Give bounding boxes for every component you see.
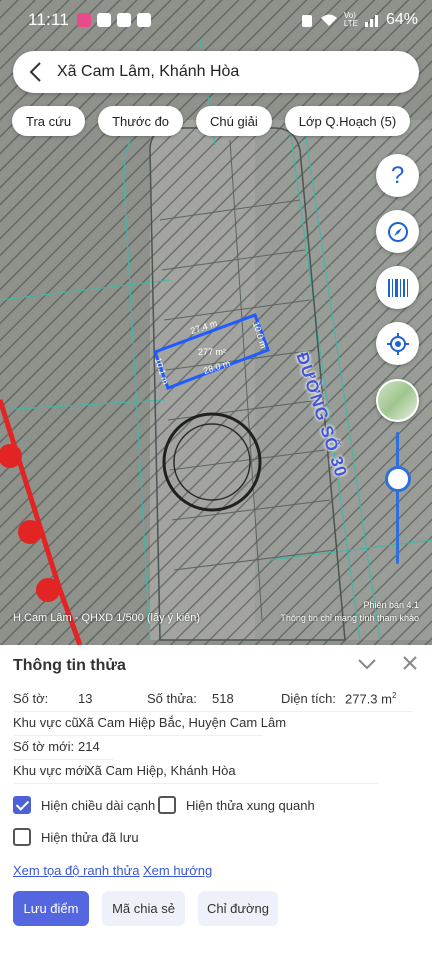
directions-button[interactable]: Chỉ đường: [198, 891, 278, 926]
base-layer-toggle[interactable]: [376, 379, 419, 422]
disclaimer-label: Thông tin chỉ mang tính tham khảo: [280, 613, 419, 623]
so-to-label: Số tờ:: [13, 691, 49, 706]
share-code-button[interactable]: Mã chia sẻ: [102, 891, 185, 926]
show-neighbor-parcels-checkbox[interactable]: Hiện thửa xung quanh: [158, 796, 315, 814]
zoom-slider-track[interactable]: [396, 432, 399, 564]
compass-button[interactable]: [376, 210, 419, 253]
help-button[interactable]: ?: [376, 154, 419, 197]
show-neighbor-parcels-label: Hiện thửa xung quanh: [186, 797, 315, 813]
status-right: Vo) LTE 64%: [300, 11, 418, 29]
checkbox-unchecked[interactable]: [158, 796, 176, 814]
show-saved-parcels-checkbox[interactable]: Hiện thửa đã lưu: [13, 828, 139, 846]
sheet-title: Thông tin thửa: [13, 657, 126, 674]
kv-moi-value: Xã Cam Hiệp, Khánh Hòa: [86, 763, 236, 778]
alarm-icon: [301, 15, 312, 27]
show-edge-length-checkbox[interactable]: Hiện chiều dài cạnh: [13, 796, 155, 814]
back-button[interactable]: [13, 51, 57, 93]
notification-icons: [77, 13, 152, 27]
chip-lookup[interactable]: Tra cứu: [12, 106, 86, 136]
chevron-down-icon: [358, 659, 376, 670]
checkbox-checked[interactable]: [13, 796, 31, 814]
crosshair-icon: [386, 332, 409, 355]
signal-icon: [364, 15, 378, 27]
collapse-button[interactable]: [358, 657, 376, 675]
zoom-slider-thumb[interactable]: [385, 466, 411, 492]
so-thua-value: 518: [212, 691, 234, 706]
so-thua-label: Số thửa:: [147, 691, 197, 706]
dien-tich-number: 277.3 m: [345, 691, 392, 707]
location-title: Xã Cam Lâm, Khánh Hòa: [57, 63, 240, 80]
so-to-value: 13: [78, 691, 93, 706]
volte-icon: Vo) LTE: [343, 11, 358, 28]
my-location-button[interactable]: [376, 322, 419, 365]
version-label: Phiên bản 4.1: [363, 600, 419, 610]
divider: [13, 759, 113, 760]
status-time: 11:11: [28, 10, 70, 29]
back-arrow-icon: [29, 62, 41, 82]
view-direction-link[interactable]: Xem hướng: [143, 863, 212, 878]
kv-cu-value: Xã Cam Hiệp Bắc, Huyện Cam Lâm: [78, 715, 287, 730]
location-search-bar[interactable]: Xã Cam Lâm, Khánh Hòa: [13, 51, 419, 93]
parcel-info-sheet: Thông tin thửa Số tờ: 13 Số thửa: 518 Di…: [0, 645, 432, 960]
view-boundary-coords-link[interactable]: Xem tọa độ ranh thửa: [13, 863, 140, 878]
shopping-bag-icon: [97, 13, 112, 27]
divider: [13, 711, 413, 712]
square-unit: 2: [391, 691, 397, 700]
so-to-moi-value: 214: [78, 739, 100, 754]
question-icon: ?: [390, 161, 405, 189]
tool-chips: Tra cứu Thước đo Chú giải Lớp Q.Hoạch (5…: [12, 106, 411, 136]
divider: [13, 783, 378, 784]
dien-tich-label: Diện tích:: [281, 691, 336, 706]
barcode-icon: [387, 278, 408, 297]
map-layer-caption: H.Cam Lâm - QHXD 1/500 (lấy ý kiến): [13, 612, 201, 624]
divider: [13, 735, 263, 736]
close-button[interactable]: [403, 656, 417, 675]
wifi-icon: [320, 14, 337, 26]
save-point-button[interactable]: Lưu điểm: [13, 891, 89, 926]
kv-moi-label: Khu vực mới:: [13, 763, 91, 778]
show-edge-length-label: Hiện chiều dài cạnh: [41, 797, 156, 813]
close-icon: [403, 656, 417, 670]
gallery-icon: [117, 13, 132, 27]
compass-icon: [387, 221, 408, 242]
chip-planning-layers[interactable]: Lớp Q.Hoạch (5): [284, 106, 411, 136]
status-bar: 11:11 Vo) LTE 64%: [0, 0, 432, 40]
map-view[interactable]: 27.4 m 10.0 m 277 m² 28.0 m 10.1 m ĐƯỜNG…: [0, 0, 432, 645]
chip-legend[interactable]: Chú giải: [196, 106, 272, 136]
parcel-label-area: 277 m²: [198, 347, 227, 357]
checkbox-unchecked[interactable]: [13, 828, 31, 846]
so-to-moi-label: Số tờ mới:: [13, 739, 75, 754]
barcode-button[interactable]: [376, 266, 419, 309]
kv-cu-label: Khu vực cũ:: [13, 715, 83, 730]
app-notification-icon: [77, 13, 92, 27]
version-info: Phiên bản 4.1 Thông tin chỉ mang tính th…: [280, 599, 419, 625]
battery-percent: 64%: [385, 11, 418, 28]
more-notifications-icon: [137, 13, 152, 27]
show-saved-parcels-label: Hiện thửa đã lưu: [41, 829, 139, 845]
dien-tich-value: 277.3 m2: [345, 691, 396, 706]
chip-measure[interactable]: Thước đo: [98, 106, 184, 136]
